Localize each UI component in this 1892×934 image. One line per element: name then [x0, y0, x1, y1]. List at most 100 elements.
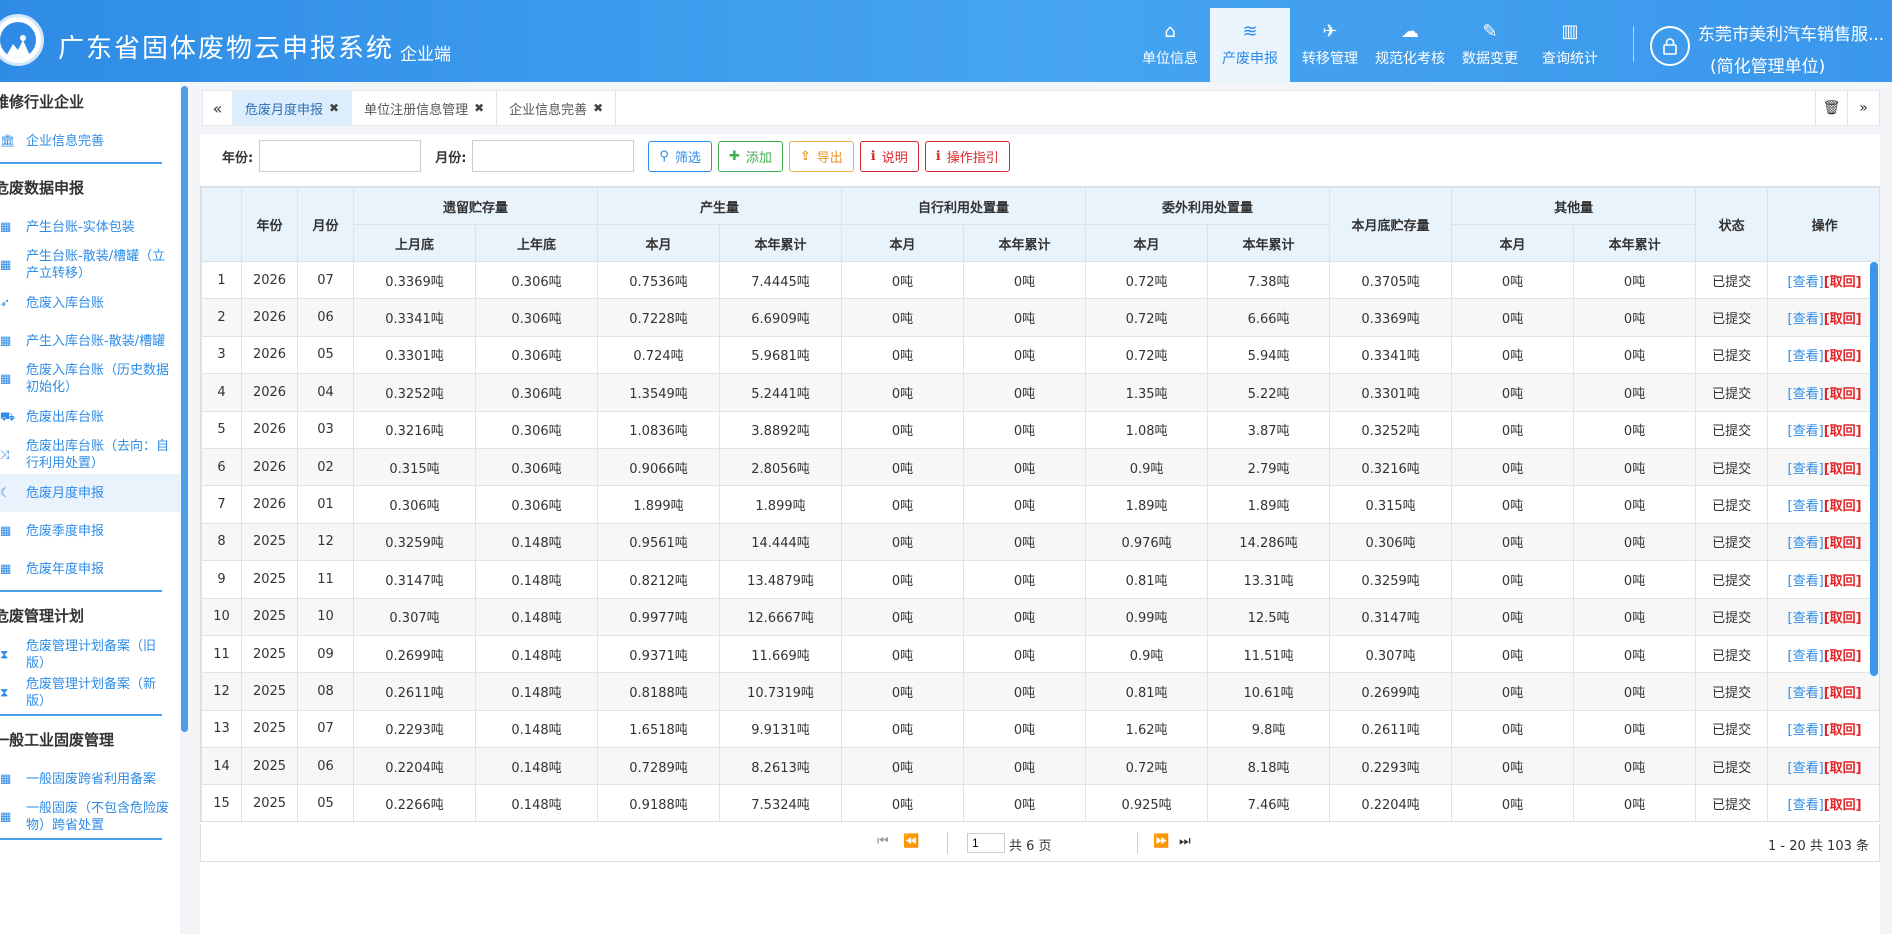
view-link[interactable]: [查看] [1788, 536, 1824, 551]
sidebar-item[interactable]: 🏛 企业信息完善 [0, 122, 180, 160]
sidebar-section-title[interactable]: 危废数据申报 [0, 168, 180, 208]
year-input[interactable] [259, 140, 422, 172]
sidebar-item[interactable]: ☾ 危废月度申报 [0, 474, 180, 512]
sidebar-item[interactable]: ▦ 一般固废跨省利用备案 [0, 760, 180, 798]
revoke-link[interactable]: [取回] [1824, 424, 1862, 439]
prev-page-icon[interactable]: ⏪ [903, 834, 919, 849]
tabs-scroll-right-icon[interactable]: » [1847, 91, 1879, 125]
sidebar-item-label: 危废管理计划备案（旧版） [26, 639, 157, 671]
hourglass-icon: ⧗ [0, 647, 9, 662]
nav-item-1[interactable]: ≋ 产废申报 [1210, 8, 1290, 82]
table-row: 5 2026 03 0.3216吨 0.306吨 1.0836吨 3.8892吨 0吨 0吨 1.… [201, 410, 1879, 449]
revoke-link[interactable]: [取回] [1824, 798, 1862, 813]
revoke-link[interactable]: [取回] [1824, 275, 1862, 290]
sidebar-item[interactable]: ▦ 一般固废（不包含危险废物）跨省处置 [0, 798, 180, 836]
sidebar-scrollbar[interactable] [181, 86, 188, 732]
sidebar-section-title[interactable]: 维修行业企业 [0, 82, 180, 122]
revoke-link[interactable]: [取回] [1824, 611, 1862, 626]
table-cell: 0.72吨 [1085, 335, 1209, 375]
nav-item-2[interactable]: ✈ 转移管理 [1290, 8, 1370, 82]
table-cell: 7.5324吨 [719, 784, 843, 821]
revoke-link[interactable]: [取回] [1824, 723, 1862, 738]
sidebar-item[interactable]: ➶ 危废入库台账 [0, 284, 180, 322]
sidebar-item[interactable]: ▦ 产生台账-实体包装 [0, 208, 180, 246]
sidebar-item[interactable]: ▦ 危废季度申报 [0, 512, 180, 550]
table-cell: 0吨 [963, 747, 1087, 786]
ops-cell: [查看][取回] [1767, 260, 1879, 300]
sidebar-item[interactable]: ▦ 产生台账-散装/槽罐（立产立转移） [0, 246, 180, 284]
table-scrollbar[interactable] [1870, 262, 1878, 676]
table-cell: 0.3369吨 [1329, 298, 1453, 337]
user-company-name[interactable]: 东莞市美利汽车销售服... [1698, 20, 1892, 45]
filter-button[interactable]: ⚲ 筛选 [648, 140, 712, 172]
revoke-link[interactable]: [取回] [1824, 649, 1862, 664]
view-link[interactable]: [查看] [1788, 686, 1824, 701]
month-input[interactable] [472, 140, 635, 172]
filter-bar: 年份: 月份: ⚲ 筛选 ✚ 添加 ⇪ 导出 ℹ 说明 ℹ 操作指引 [222, 140, 1016, 172]
view-link[interactable]: [查看] [1788, 723, 1824, 738]
table-cell: 0.306吨 [474, 410, 599, 449]
trash-icon[interactable]: 🗑 [1815, 91, 1847, 125]
sidebar-section-title[interactable]: 一般工业固废管理 [0, 720, 180, 760]
explain-button[interactable]: ℹ 说明 [859, 140, 919, 172]
revoke-link[interactable]: [取回] [1824, 462, 1862, 477]
tab-0[interactable]: 危废月度申报 ✖ [233, 91, 353, 125]
sidebar-section-title[interactable]: 危废管理计划 [0, 596, 180, 636]
view-link[interactable]: [查看] [1788, 761, 1824, 776]
first-page-icon[interactable]: ⏮ [877, 834, 889, 849]
table-cell: 02 [297, 447, 354, 487]
nav-item-4[interactable]: ✎ 数据变更 [1450, 8, 1530, 82]
tab-1[interactable]: 单位注册信息管理 ✖ [352, 91, 498, 125]
sidebar-item-label: 产生台账-散装/槽罐（立产立转移） [26, 249, 166, 281]
tabs-scroll-left-icon[interactable]: « [203, 91, 233, 125]
next-page-icon[interactable]: ⏩ [1153, 834, 1169, 849]
sidebar-item[interactable]: ⛟ 危废出库台账 [0, 398, 180, 436]
view-link[interactable]: [查看] [1788, 798, 1824, 813]
revoke-link[interactable]: [取回] [1824, 387, 1862, 402]
table-cell: 0.306吨 [474, 447, 599, 487]
view-link[interactable]: [查看] [1788, 349, 1824, 364]
view-link[interactable]: [查看] [1788, 649, 1824, 664]
sidebar-item[interactable]: ⤨ 危废出库台账（去向：自行利用处置） [0, 436, 180, 474]
nav-item-0[interactable]: ⌂ 单位信息 [1130, 8, 1210, 82]
page-number-input[interactable] [967, 833, 1005, 853]
view-link[interactable]: [查看] [1788, 387, 1824, 402]
sidebar-item[interactable]: ▦ 危废年度申报 [0, 550, 180, 588]
view-link[interactable]: [查看] [1788, 574, 1824, 589]
add-button[interactable]: ✚ 添加 [717, 140, 783, 172]
guide-button[interactable]: ℹ 操作指引 [924, 140, 1010, 172]
view-link[interactable]: [查看] [1788, 424, 1824, 439]
revoke-link[interactable]: [取回] [1824, 499, 1862, 514]
sidebar-item[interactable]: ▦ 产生入库台账-散装/槽罐 [0, 322, 180, 360]
table-cell: 0吨 [963, 709, 1087, 749]
view-link[interactable]: [查看] [1788, 275, 1824, 290]
tab-2[interactable]: 企业信息完善 ✖ [497, 91, 617, 125]
revoke-link[interactable]: [取回] [1824, 574, 1862, 589]
nav-item-5[interactable]: ▥ 查询统计 [1530, 8, 1610, 82]
sidebar-item[interactable]: ▦ 危废入库台账（历史数据初始化） [0, 360, 180, 398]
table-cell: 0吨 [1573, 335, 1697, 375]
table-cell: 0吨 [1451, 784, 1575, 821]
export-button[interactable]: ⇪ 导出 [788, 140, 854, 172]
user-avatar-icon[interactable] [1650, 26, 1690, 66]
table-cell: 0吨 [963, 522, 1087, 562]
nav-item-3[interactable]: ☁ 规范化考核 [1370, 8, 1450, 82]
revoke-link[interactable]: [取回] [1824, 536, 1862, 551]
view-link[interactable]: [查看] [1788, 312, 1824, 327]
table-cell: 0.925吨 [1085, 784, 1209, 821]
revoke-link[interactable]: [取回] [1824, 761, 1862, 776]
view-link[interactable]: [查看] [1788, 611, 1824, 626]
revoke-link[interactable]: [取回] [1824, 686, 1862, 701]
revoke-link[interactable]: [取回] [1824, 349, 1862, 364]
sidebar-item[interactable]: ⧗ 危废管理计划备案（新版） [0, 674, 180, 712]
close-icon[interactable]: ✖ [329, 101, 339, 115]
view-link[interactable]: [查看] [1788, 462, 1824, 477]
close-icon[interactable]: ✖ [474, 101, 484, 115]
view-link[interactable]: [查看] [1788, 499, 1824, 514]
pagination: ⏮ ⏪ 共 6 页 ⏩ ⏭ 1 - 20 共 103 条 [200, 824, 1880, 862]
sidebar-item[interactable]: ⧗ 危废管理计划备案（旧版） [0, 636, 180, 674]
ops-cell: [查看][取回] [1767, 410, 1879, 449]
last-page-icon[interactable]: ⏭ [1179, 834, 1191, 849]
revoke-link[interactable]: [取回] [1824, 312, 1862, 327]
close-icon[interactable]: ✖ [593, 101, 603, 115]
